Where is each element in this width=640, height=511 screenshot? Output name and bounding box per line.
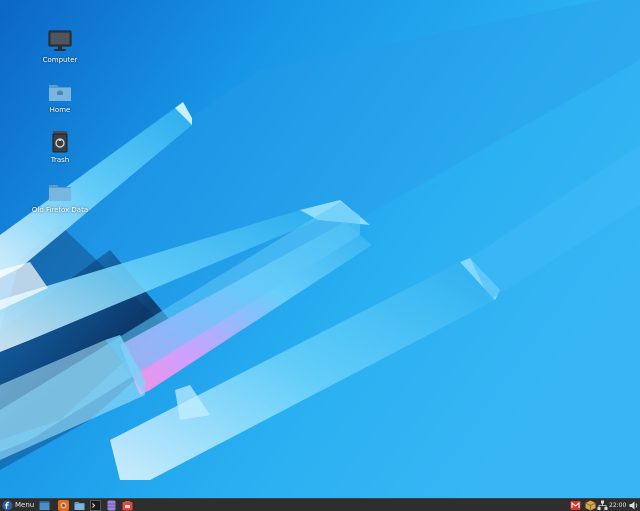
desktop-icon-home[interactable]: Home	[25, 78, 95, 115]
file-manager-icon[interactable]	[74, 500, 85, 511]
show-desktop-icon[interactable]	[39, 500, 50, 511]
taskbar: Menu 22:00	[0, 498, 640, 511]
desktop-icon-old-firefox-data[interactable]: Old Firefox Data	[25, 178, 95, 215]
monitor-icon	[47, 28, 73, 54]
software-store-icon[interactable]	[122, 500, 133, 511]
home-folder-icon	[47, 78, 73, 104]
firefox-icon[interactable]	[58, 500, 69, 511]
terminal-icon[interactable]	[90, 500, 101, 511]
mail-icon[interactable]	[570, 500, 581, 511]
updates-icon[interactable]	[585, 500, 596, 511]
desktop-icon-label: Old Firefox Data	[31, 206, 89, 214]
desktop-wallpaper	[0, 0, 640, 498]
volume-icon[interactable]	[629, 500, 639, 511]
fedora-logo-icon	[2, 500, 13, 511]
desktop-icon-label: Trash	[50, 156, 70, 164]
desktop-icon-computer[interactable]: Computer	[25, 28, 95, 65]
clock[interactable]: 22:00	[609, 500, 626, 511]
desktop-icon-trash[interactable]: Trash	[25, 128, 95, 165]
desktop-icon-label: Computer	[42, 56, 78, 64]
menu-button[interactable]: Menu	[2, 500, 42, 511]
network-icon[interactable]	[597, 500, 608, 511]
trash-icon	[47, 128, 73, 154]
menu-label: Menu	[15, 501, 35, 509]
database-icon[interactable]	[106, 500, 117, 511]
desktop-icon-label: Home	[49, 106, 71, 114]
folder-icon	[47, 178, 73, 204]
